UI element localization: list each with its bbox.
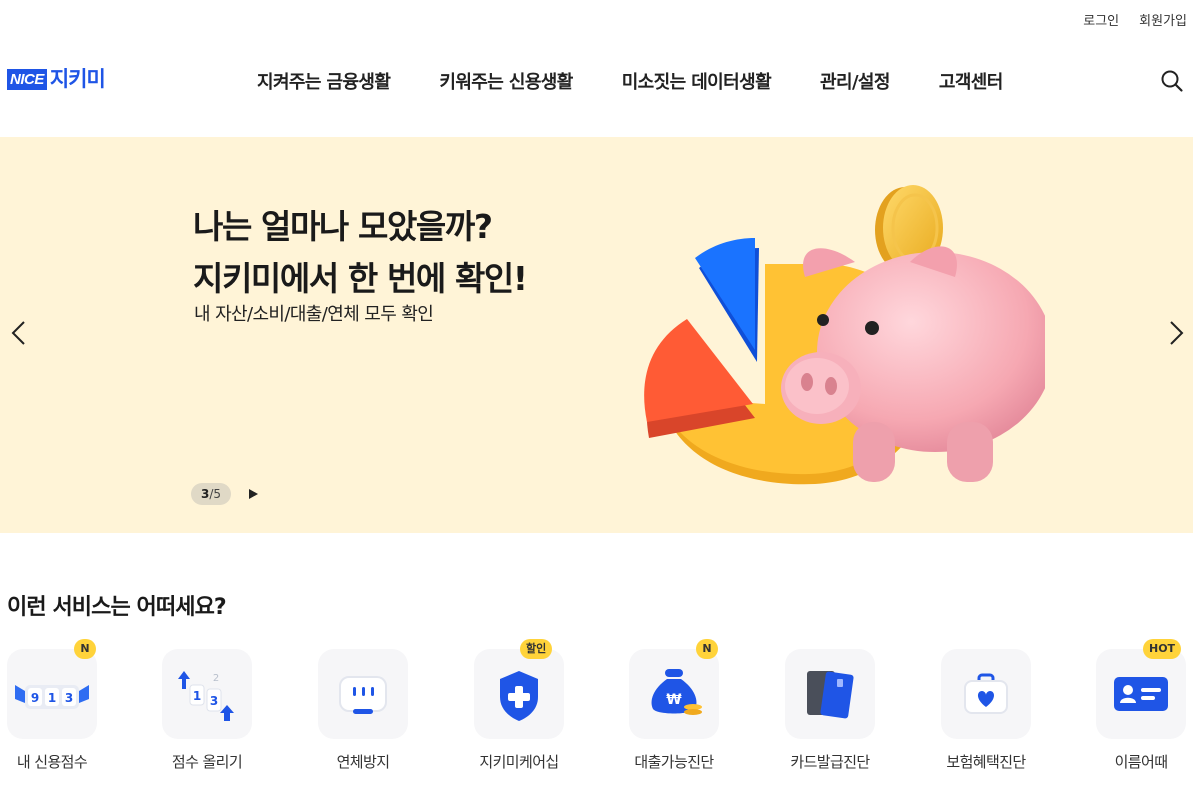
svg-text:₩: ₩ bbox=[666, 692, 682, 708]
svg-text:1: 1 bbox=[48, 691, 56, 705]
svg-text:3: 3 bbox=[210, 694, 218, 708]
service-overdue-prevention[interactable]: 연체방지 bbox=[318, 649, 458, 789]
service-label: 지키미케어십 bbox=[479, 753, 559, 771]
service-icon-box bbox=[941, 649, 1031, 739]
search-icon[interactable] bbox=[1160, 69, 1184, 93]
play-icon[interactable] bbox=[246, 487, 260, 501]
nav-item-credit[interactable]: 키워주는 신용생활 bbox=[439, 68, 573, 94]
banner-headline-line-1: 나는 얼마나 모았을까? bbox=[193, 207, 493, 246]
svg-text:2: 2 bbox=[213, 673, 219, 684]
nav-item-data[interactable]: 미소짓는 데이터생활 bbox=[622, 68, 772, 94]
id-card-icon bbox=[1114, 677, 1168, 711]
cards-icon bbox=[807, 671, 854, 719]
logo[interactable]: NICE 지키미 bbox=[7, 67, 106, 91]
service-icon-box bbox=[785, 649, 875, 739]
badge-new: N bbox=[696, 639, 718, 659]
calendar-alert-icon bbox=[339, 676, 387, 714]
hero-banner: 나는 얼마나 모았을까? 지키미에서 한 번에 확인! 내 자산/소비/대출/연… bbox=[0, 137, 1193, 533]
banner-subline: 내 자산/소비/대출/연체 모두 확인 bbox=[194, 304, 434, 325]
badge-hot: HOT bbox=[1143, 639, 1182, 659]
chevron-right-icon[interactable] bbox=[1165, 319, 1187, 347]
service-label: 대출가능진단 bbox=[634, 753, 714, 771]
badge-discount: 할인 bbox=[520, 639, 553, 659]
nav-item-support[interactable]: 고객센터 bbox=[939, 68, 1003, 94]
service-icon-box: 1 3 2 bbox=[162, 649, 252, 739]
svg-text:9: 9 bbox=[31, 691, 39, 705]
service-card-check[interactable]: 카드발급진단 bbox=[785, 649, 925, 789]
login-link[interactable]: 로그인 bbox=[1083, 10, 1119, 29]
chevron-left-icon[interactable] bbox=[8, 319, 30, 347]
banner-headline: 나는 얼마나 모았을까? 지키미에서 한 번에 확인! bbox=[193, 201, 528, 305]
slide-counter: 3/5 bbox=[191, 483, 231, 505]
credit-score-dial-icon: 9 1 3 bbox=[15, 685, 89, 709]
service-label: 점수 올리기 bbox=[171, 753, 243, 771]
svg-text:1: 1 bbox=[193, 689, 201, 703]
score-up-icon: 1 3 2 bbox=[178, 671, 234, 721]
money-bag-icon: ₩ bbox=[651, 669, 702, 715]
service-icon-box bbox=[474, 649, 564, 739]
svg-text:3: 3 bbox=[65, 691, 73, 705]
service-icon-box: 9 1 3 bbox=[7, 649, 97, 739]
service-jikimi-care[interactable]: 할인 지키미케어십 bbox=[474, 639, 614, 789]
service-loan-check[interactable]: ₩ N 대출가능진단 bbox=[629, 639, 769, 789]
banner-headline-line-2: 지키미에서 한 번에 확인! bbox=[193, 259, 528, 298]
services-title: 이런 서비스는 어떠세요? bbox=[7, 595, 227, 620]
service-label: 내 신용점수 bbox=[16, 753, 88, 771]
service-icon-box bbox=[318, 649, 408, 739]
signup-link[interactable]: 회원가입 bbox=[1139, 10, 1187, 29]
service-label: 연체방지 bbox=[336, 753, 390, 771]
service-name-check[interactable]: HOT 이름어때 bbox=[1096, 639, 1193, 789]
logo-name: 지키미 bbox=[49, 67, 106, 91]
service-label: 카드발급진단 bbox=[790, 753, 870, 771]
main-menu: 지켜주는 금융생활 키워주는 신용생활 미소짓는 데이터생활 관리/설정 고객센… bbox=[257, 68, 1003, 94]
logo-nice-mark: NICE bbox=[7, 68, 47, 90]
global-nav: NICE 지키미 지켜주는 금융생활 키워주는 신용생활 미소짓는 데이터생활 … bbox=[0, 52, 1193, 108]
utility-links: 로그인 회원가입 bbox=[1083, 10, 1187, 29]
service-label: 이름어때 bbox=[1114, 753, 1168, 771]
service-insurance-check[interactable]: 보험혜택진단 bbox=[941, 649, 1081, 789]
nav-item-finance[interactable]: 지켜주는 금융생활 bbox=[257, 68, 391, 94]
service-label: 보험혜택진단 bbox=[946, 753, 1026, 771]
service-icon-box bbox=[1096, 649, 1186, 739]
heart-kit-icon bbox=[964, 673, 1008, 714]
service-credit-score[interactable]: 9 1 3 N 내 신용점수 bbox=[7, 639, 147, 789]
nav-item-settings[interactable]: 관리/설정 bbox=[820, 68, 890, 94]
shield-plus-icon bbox=[500, 671, 538, 721]
slide-total: 5 bbox=[213, 487, 222, 501]
piggy-bank-illustration bbox=[644, 185, 1045, 485]
badge-new: N bbox=[74, 639, 96, 659]
service-score-up[interactable]: 1 3 2 점수 올리기 bbox=[162, 649, 302, 789]
service-icon-box: ₩ bbox=[629, 649, 719, 739]
